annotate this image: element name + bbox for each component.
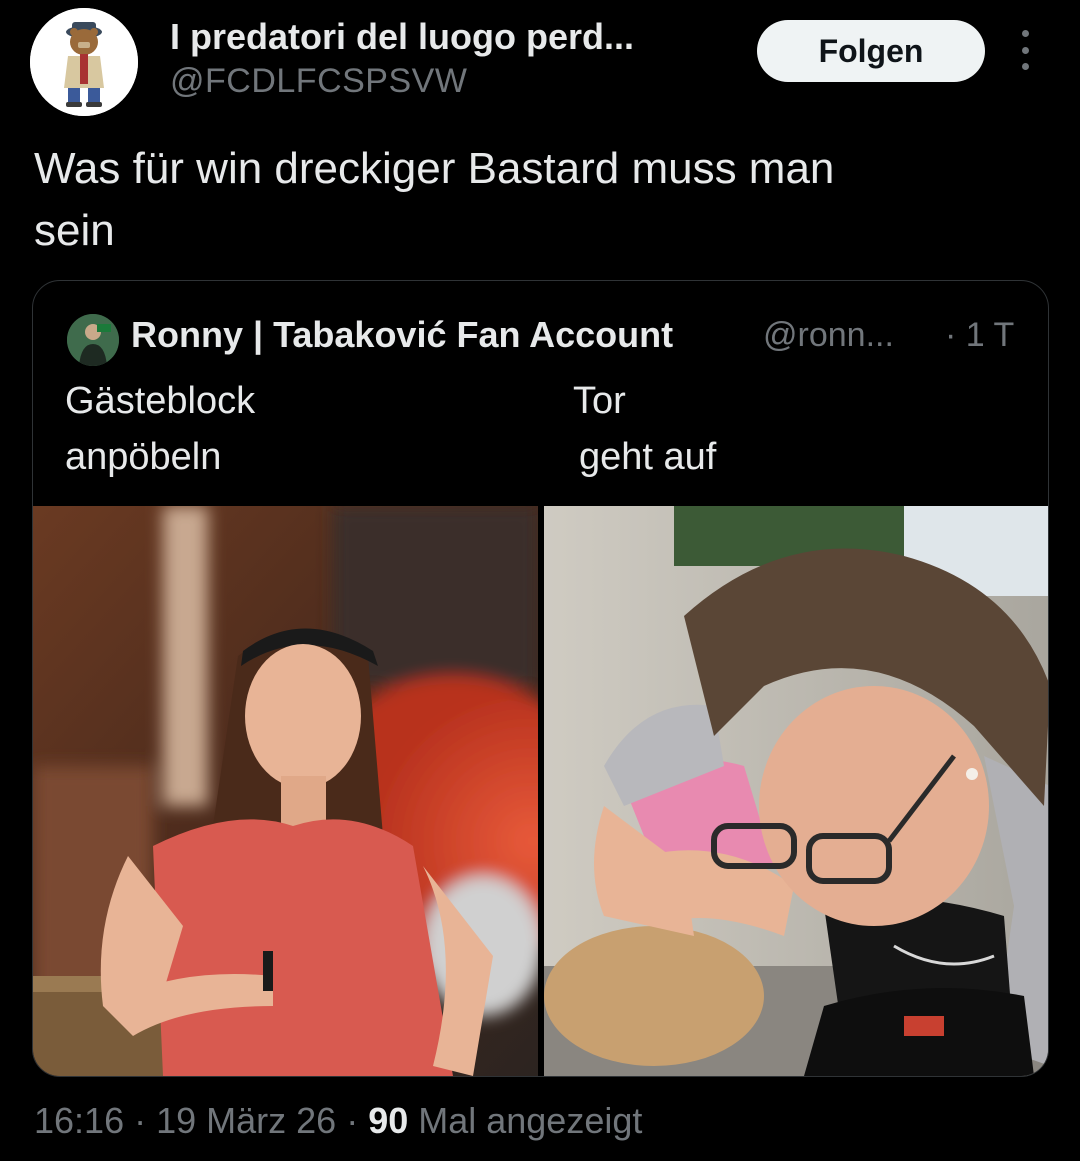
follow-button[interactable]: Folgen — [757, 20, 985, 82]
caption-line: Tor — [573, 380, 626, 422]
quoted-media-right[interactable] — [544, 506, 1048, 1076]
caption-line: Gästeblock — [65, 380, 256, 422]
separator: · — [124, 1100, 157, 1141]
quoted-caption-left: Gästeblock anpöbeln — [65, 373, 255, 485]
separator: · — [336, 1100, 369, 1141]
tweet-text-line: Was für win dreckiger Bastard muss man — [34, 144, 835, 193]
quoted-tweet-time: · 1 T — [945, 316, 1015, 354]
tweet-page: I predatori del luogo perd... @FCDLFCSPS… — [0, 0, 1080, 1161]
tweet-text: Was für win dreckiger Bastard muss man s… — [34, 138, 1034, 262]
author-handle[interactable]: @FCDLFCSPSVW — [170, 62, 467, 101]
author-avatar[interactable] — [30, 8, 138, 116]
author-display-name[interactable]: I predatori del luogo perd... — [170, 16, 730, 58]
quoted-tweet-card[interactable]: Ronny | Tabaković Fan Account @ronn... ·… — [32, 280, 1049, 1077]
quoted-author-avatar — [67, 314, 119, 366]
more-vertical-icon[interactable] — [1012, 30, 1038, 70]
views-label: Mal angezeigt — [408, 1100, 643, 1141]
views-count: 90 — [368, 1100, 409, 1141]
tweet-meta: 16:16 · 19 März 26 · 90 Mal angezeigt — [34, 1100, 642, 1142]
quoted-author-name: Ronny | Tabaković Fan Account — [131, 314, 674, 355]
caption-line: anpöbeln — [65, 436, 222, 478]
tweet-date[interactable]: 19 März 26 — [156, 1100, 336, 1141]
quoted-media-left[interactable] — [33, 506, 538, 1076]
tweet-header: I predatori del luogo perd... @FCDLFCSPS… — [0, 0, 1080, 120]
quoted-author-handle: @ronn... — [763, 316, 894, 354]
caption-line: geht auf — [579, 436, 717, 478]
tweet-text-line: sein — [34, 206, 115, 255]
quoted-caption-right: Tor geht auf — [573, 373, 716, 485]
tweet-time[interactable]: 16:16 — [34, 1100, 124, 1141]
